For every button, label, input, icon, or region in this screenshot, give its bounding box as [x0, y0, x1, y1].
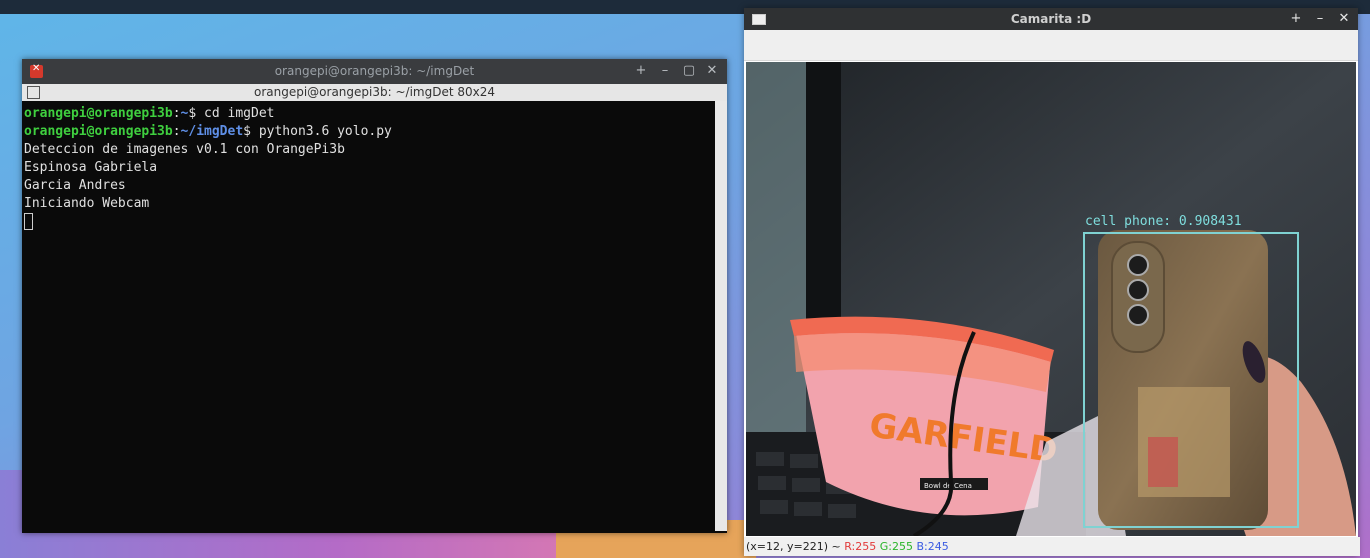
terminal-cursor-line [24, 213, 710, 231]
bucket-tag-text: Bowl de Cena [924, 482, 972, 490]
camera-toolbar [744, 30, 1358, 61]
camera-feed[interactable]: GARFIELD Bowl de Cena cell phone: 0.9084… [746, 62, 1356, 536]
terminal-line: Deteccion de imagenes v0.1 con OrangePi3… [24, 142, 345, 157]
prompt-sep: : [172, 124, 181, 139]
minimize-icon[interactable]: – [657, 63, 673, 79]
prompt-command: $ python3.6 yolo.py [243, 124, 392, 139]
terminal-line: orangepi@orangepi3b:~$ cd imgDet [24, 105, 710, 123]
close-icon[interactable]: ✕ [1336, 11, 1352, 27]
terminal-tab-bar: orangepi@orangepi3b: ~/imgDet 80x24 [22, 84, 727, 101]
minimize-icon[interactable]: – [1312, 11, 1328, 27]
camera-status-bar: (x=12, y=221) ~ R:255 G:255 B:245 [744, 537, 1360, 556]
terminal-line: orangepi@orangepi3b:~/imgDet$ python3.6 … [24, 123, 710, 141]
new-tab-icon[interactable]: + [633, 63, 649, 79]
add-icon[interactable]: + [1288, 11, 1304, 27]
prompt-user: orangepi@orangepi3b [24, 124, 173, 139]
text-cursor [24, 213, 33, 230]
prompt-command: $ cd imgDet [188, 106, 275, 121]
prompt-sep: : [172, 106, 181, 121]
prompt-path: ~/imgDet [180, 124, 244, 139]
terminal-line: Espinosa Gabriela [24, 160, 158, 175]
status-coords: (x=12, y=221) ~ [746, 540, 845, 553]
terminal-line: Iniciando Webcam [24, 196, 150, 211]
terminal-titlebar[interactable]: orangepi@orangepi3b: ~/imgDet + – ▢ ✕ [22, 59, 727, 84]
status-blue: B:245 [916, 540, 949, 553]
terminal-window-title: orangepi@orangepi3b: ~/imgDet [274, 64, 475, 78]
terminal-line: Garcia Andres [24, 178, 126, 193]
camera-titlebar[interactable]: Camarita :D + – ✕ [744, 8, 1358, 30]
detection-label: cell phone: 0.908431 [1085, 214, 1242, 229]
detection-bounding-box [1083, 232, 1299, 528]
close-icon[interactable]: ✕ [704, 63, 720, 79]
status-red: R:255 [844, 540, 877, 553]
terminal-output[interactable]: orangepi@orangepi3b:~$ cd imgDet orangep… [22, 101, 712, 531]
terminal-tab-title[interactable]: orangepi@orangepi3b: ~/imgDet 80x24 [22, 85, 727, 99]
maximize-icon[interactable]: ▢ [681, 63, 697, 79]
camera-window[interactable]: Camarita :D + – ✕ GARFIELD Bowl de Cena … [744, 8, 1360, 556]
status-green: G:255 [879, 540, 913, 553]
terminal-scrollbar[interactable] [715, 101, 727, 531]
prompt-user: orangepi@orangepi3b [24, 106, 173, 121]
terminal-window[interactable]: orangepi@orangepi3b: ~/imgDet + – ▢ ✕ or… [22, 59, 727, 533]
camera-window-title: Camarita :D [1010, 12, 1092, 26]
